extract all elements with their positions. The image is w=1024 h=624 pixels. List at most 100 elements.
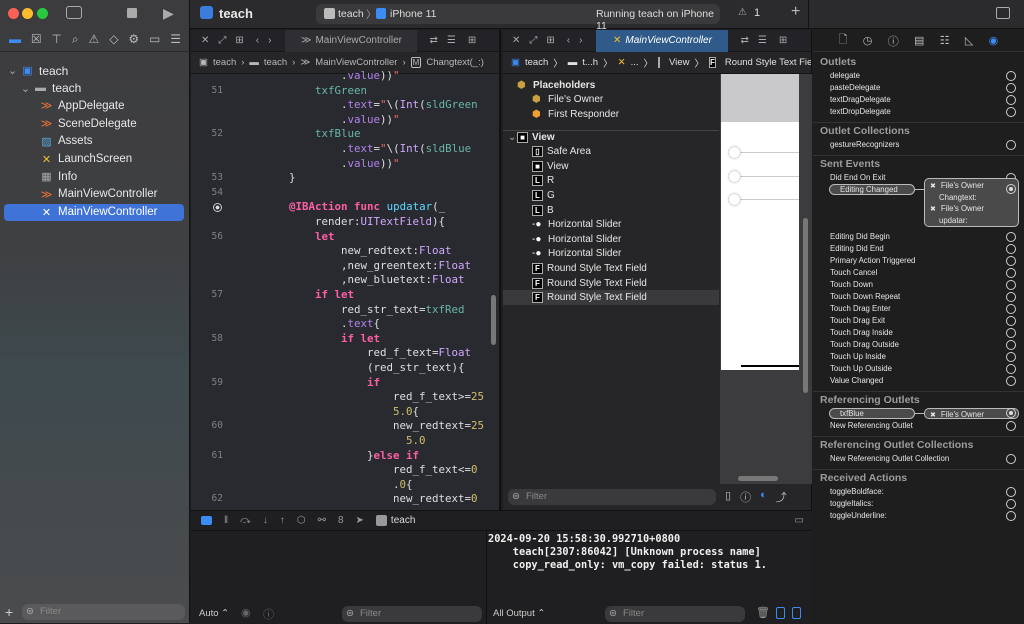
variables-view-toggle-icon[interactable] <box>776 607 785 619</box>
console-filter-input[interactable]: Filter <box>605 606 745 622</box>
outline-item[interactable]: LR <box>503 174 719 189</box>
test-icon[interactable]: ◇ <box>109 32 118 51</box>
outline-item[interactable]: ⬢ Placeholders <box>503 78 719 93</box>
expand-icon[interactable]: ⤢ <box>529 35 537 46</box>
outline-toggle-icon[interactable]: ▯ <box>725 489 731 505</box>
connection-row[interactable]: Touch Drag Enter <box>813 303 1024 315</box>
connection-circle-icon[interactable] <box>1006 140 1016 150</box>
slider-thumb[interactable] <box>729 171 740 182</box>
expand-icon[interactable]: ⤢ <box>218 35 226 46</box>
adjust-editor-icon[interactable]: ☰ <box>447 35 456 46</box>
console-output[interactable]: 2024-09-20 15:58:30.992710+0800 teach[23… <box>488 533 767 572</box>
history-icon[interactable]: ◷ <box>863 34 873 47</box>
orientation-icon[interactable]: ⤴ <box>776 489 787 505</box>
connection-circle-icon[interactable] <box>1006 316 1016 326</box>
connection-circle-icon[interactable] <box>1006 499 1016 509</box>
outline-item[interactable]: ⌄ ■ View <box>503 129 719 145</box>
outline-item[interactable]: F Round Style Text Field <box>503 261 719 276</box>
navigator-item[interactable]: ▦ Info <box>4 168 184 185</box>
editor-scrollbar[interactable] <box>491 295 496 345</box>
outline-item[interactable]: ▯ Safe Area <box>503 144 719 159</box>
outline-item[interactable]: F Round Style Text Field <box>503 276 719 291</box>
environment-icon[interactable]: 8 <box>338 515 344 526</box>
eye-icon[interactable]: ◉ <box>241 606 251 619</box>
variables-filter-input[interactable]: Filter <box>342 606 482 622</box>
breadcrumb-item[interactable]: Changtext(_:) <box>426 57 484 68</box>
debug-icon[interactable]: ⚙ <box>128 32 139 51</box>
add-button[interactable]: + <box>5 604 13 620</box>
symbol-navigator-icon[interactable]: ⊤ <box>52 32 62 51</box>
connection-circle-icon[interactable] <box>1006 328 1016 338</box>
output-select[interactable]: All Output ⌃ <box>493 608 545 619</box>
process-name[interactable]: teach <box>391 515 415 526</box>
slider-thumb[interactable] <box>729 147 740 158</box>
outline-item[interactable]: LB <box>503 203 719 218</box>
breakpoint-icon[interactable]: ▭ <box>149 32 160 51</box>
connection-row[interactable]: Editing Did End <box>813 243 1024 255</box>
connection-row[interactable]: Editing Changed ✖ File's Owner Changtext: ✖ F… <box>813 178 1024 231</box>
connection-row[interactable]: Touch Down <box>813 279 1024 291</box>
warning-icon[interactable]: ⚠ <box>738 7 747 18</box>
connection-row[interactable]: Touch Drag Outside <box>813 339 1024 351</box>
breadcrumb-item[interactable]: ... <box>631 57 639 68</box>
sidebar-toggle-icon[interactable] <box>66 6 82 19</box>
editor-tab[interactable]: ≫ MainViewController <box>285 29 418 52</box>
connection-circle-icon[interactable] <box>1006 364 1016 374</box>
connection-row[interactable]: txfBlue ✖ File's Owner <box>813 408 1024 420</box>
connection-row[interactable]: delegate <box>813 70 1024 82</box>
navigator-item[interactable]: ⌄ ▬ teach <box>4 80 184 97</box>
related-items-icon[interactable]: ⊞ <box>546 35 554 46</box>
connection-row[interactable]: Value Changed <box>813 375 1024 387</box>
layout-icon[interactable]: ▭ <box>795 515 804 526</box>
hide-debug-icon[interactable] <box>201 516 212 525</box>
step-over-icon[interactable]: ⤼ <box>240 515 251 526</box>
help-icon[interactable]: ⓘ <box>888 33 899 49</box>
scheme-name[interactable]: teach <box>338 8 364 20</box>
breadcrumb-item[interactable]: t...h <box>582 57 598 68</box>
back-icon[interactable]: ‹ <box>567 35 570 46</box>
source-control-icon[interactable]: ☒ <box>31 32 42 51</box>
connection-circle-icon[interactable] <box>1006 454 1016 464</box>
connection-row[interactable]: textDragDelegate <box>813 94 1024 106</box>
remove-connection-icon[interactable]: ✖ <box>930 206 936 213</box>
add-editor-icon[interactable]: ⊞ <box>779 35 787 46</box>
connection-row[interactable]: textDropDelegate <box>813 106 1024 118</box>
connection-circle-icon[interactable] <box>1006 304 1016 314</box>
outline-item[interactable]: ⬢ File's Owner <box>503 93 719 108</box>
connection-row[interactable]: Touch Drag Inside <box>813 327 1024 339</box>
outline-item[interactable]: LG <box>503 188 719 203</box>
connection-circle-icon[interactable] <box>1006 408 1016 418</box>
close-editor-icon[interactable]: ✕ <box>201 35 209 46</box>
step-out-icon[interactable]: ↑ <box>280 515 285 526</box>
connection-circle-icon[interactable] <box>1006 184 1016 194</box>
stop-icon[interactable] <box>127 8 137 18</box>
find-icon[interactable]: ⌕ <box>72 32 79 51</box>
breadcrumb-item[interactable]: View <box>669 57 689 68</box>
connection-row[interactable]: Touch Down Repeat <box>813 291 1024 303</box>
issue-icon[interactable]: ⚠ <box>89 32 100 51</box>
identity-icon[interactable]: ▤ <box>914 34 924 47</box>
connection-circle-icon[interactable] <box>1006 511 1016 521</box>
connection-circle-icon[interactable] <box>1006 256 1016 266</box>
zoom-window-button[interactable] <box>37 8 48 19</box>
navigator-filter-input[interactable]: Filter <box>22 604 185 620</box>
connection-circle-icon[interactable] <box>1006 95 1016 105</box>
trash-icon[interactable]: 🗑 <box>756 606 770 619</box>
memory-graph-icon[interactable]: ⚯ <box>318 515 326 526</box>
forward-icon[interactable]: › <box>268 35 271 46</box>
connection-circle-icon[interactable] <box>1006 487 1016 497</box>
close-editor-icon[interactable]: ✕ <box>512 35 520 46</box>
minimize-window-button[interactable] <box>22 8 33 19</box>
view-hierarchy-icon[interactable]: ⬡ <box>297 515 306 526</box>
connection-row[interactable]: Touch Up Inside <box>813 351 1024 363</box>
connection-circle-icon[interactable] <box>1006 71 1016 81</box>
remove-connection-icon[interactable]: ✖ <box>930 412 936 419</box>
navigator-item[interactable]: ✕ MainViewController <box>4 203 184 221</box>
breakpoint-icon[interactable] <box>213 203 222 213</box>
connection-row[interactable]: Primary Action Triggered <box>813 255 1024 267</box>
connections-icon[interactable]: ◉ <box>989 34 999 47</box>
connection-row[interactable]: toggleItalics: <box>813 498 1024 510</box>
canvas-scrollbar[interactable] <box>803 218 808 393</box>
navigator-item[interactable]: ≫ SceneDelegate <box>4 115 184 132</box>
appearance-icon[interactable]: ◐ <box>760 489 767 505</box>
